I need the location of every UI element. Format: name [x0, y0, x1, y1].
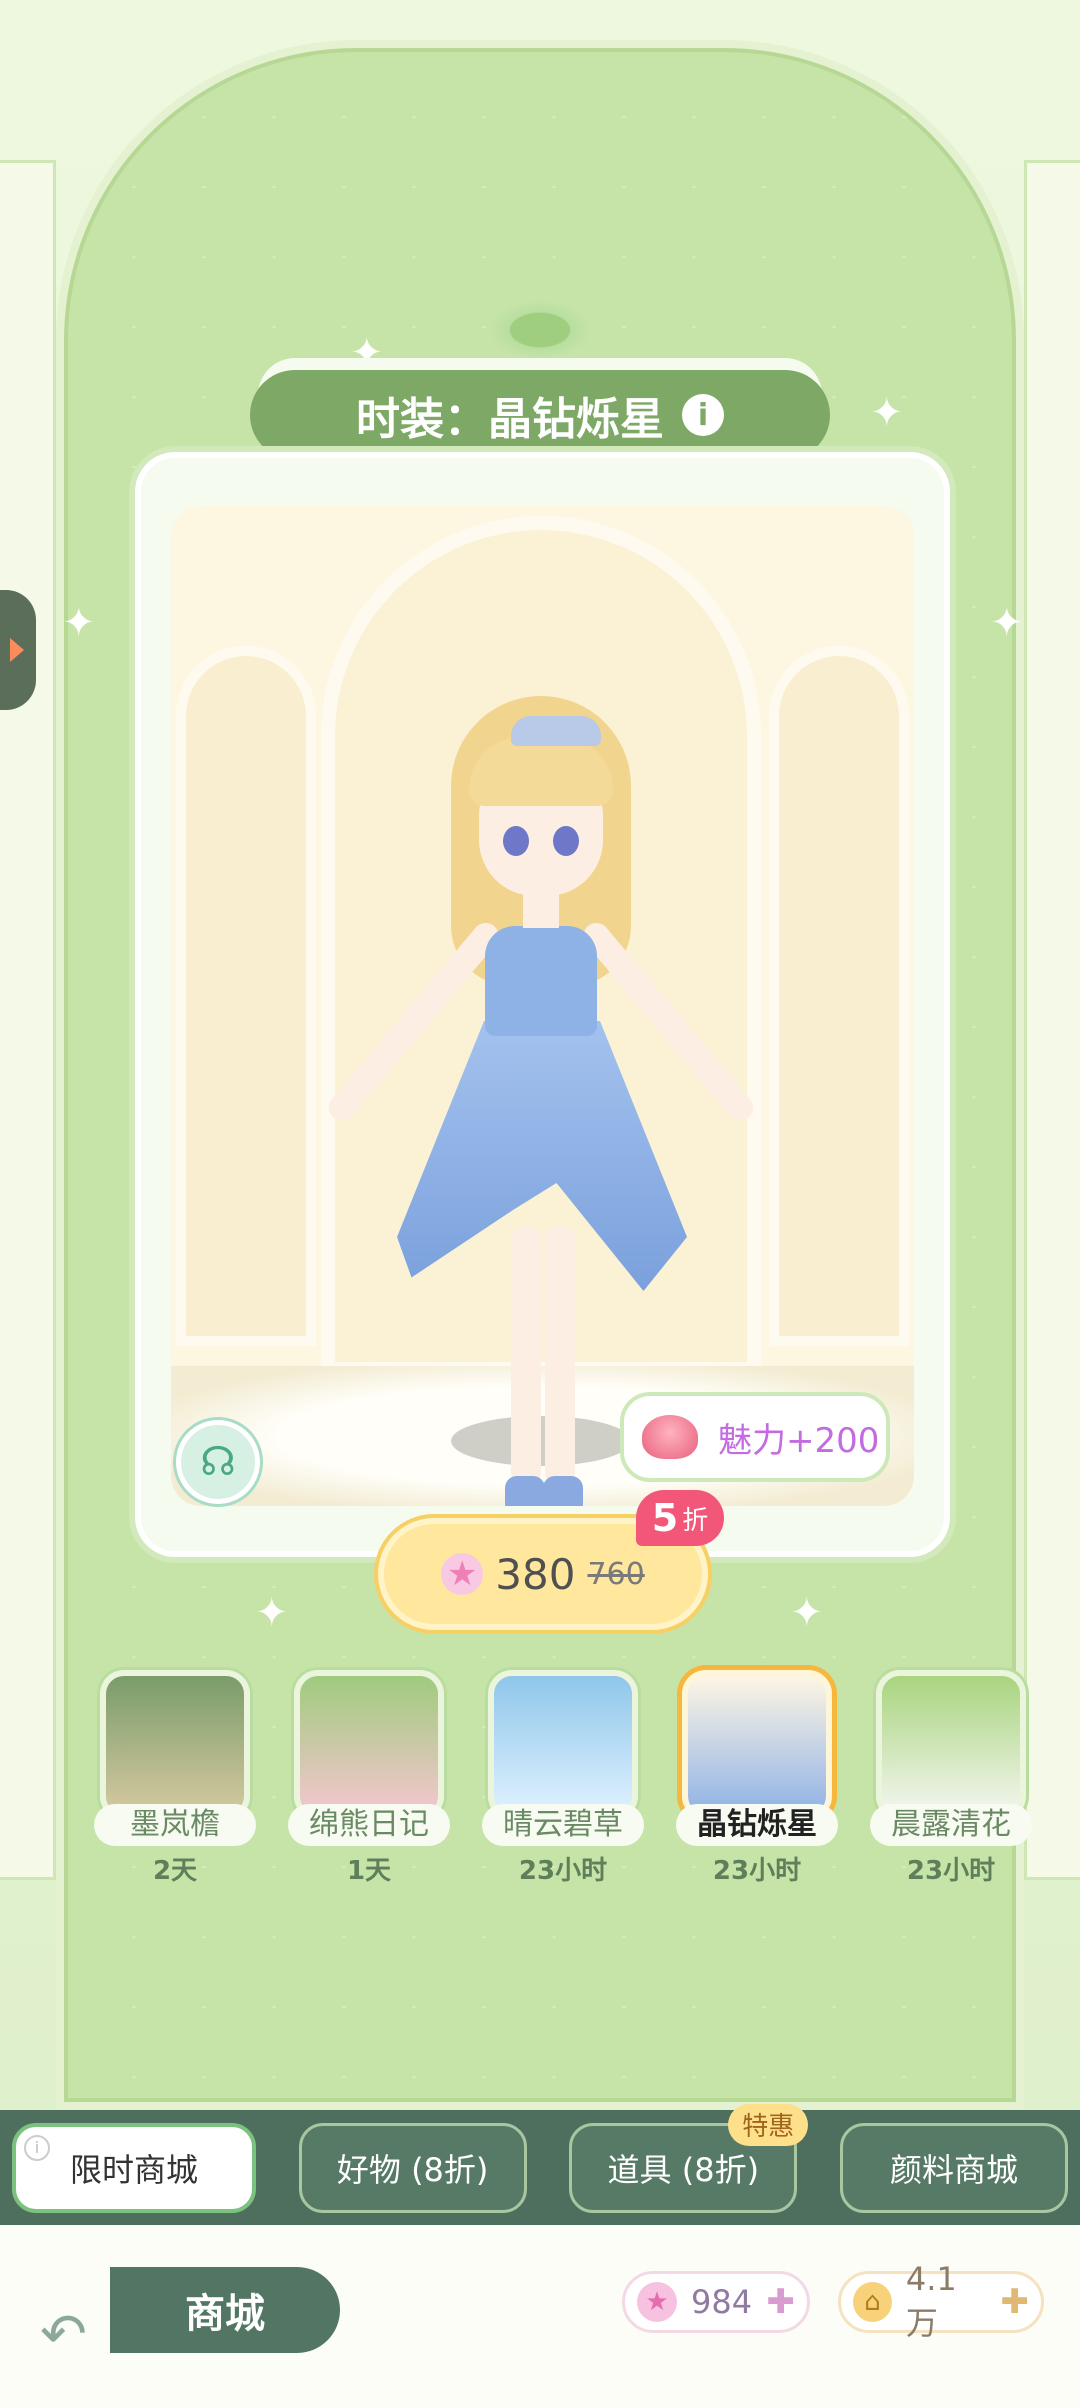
outfit-time-left: 1天 [346, 1856, 392, 1886]
shop-title: 商城 [110, 2267, 340, 2353]
speaker-icon: ☊ [200, 1439, 236, 1485]
shop-tab-bar: i 限时商城 好物 (8折) 道具 (8折) 特惠 颜料商城 [0, 2103, 1080, 2225]
charm-value: 魅力+200 [718, 1420, 880, 1461]
coin-icon: ⌂ [853, 2282, 892, 2322]
tab-label: 道具 (8折) [607, 2150, 760, 2189]
sparkle-icon: ✦ [255, 1590, 289, 1636]
rose-icon [642, 1415, 698, 1459]
discount-number: 5 [651, 1496, 679, 1540]
side-drawer-tab[interactable] [0, 590, 36, 710]
sparkle-icon: ✦ [790, 1590, 824, 1636]
dress-bodice [485, 926, 597, 1036]
outfit-carousel: 墨岚檐 2天 绵熊日记 1天 晴云碧草 23小时 晶钻烁星 23小时 晨露清花 … [94, 1670, 1032, 1890]
outfit-thumbnail [294, 1670, 444, 1820]
left-pillar [0, 160, 56, 1880]
tab-limited-shop[interactable]: i 限时商城 [12, 2122, 256, 2213]
outfit-name: 晴云碧草 [482, 1804, 644, 1846]
outfit-title-bar: 时装：晶钻烁星 i [250, 370, 830, 460]
current-price: 380 [495, 1549, 576, 1599]
tab-goods[interactable]: 好物 (8折) [298, 2122, 527, 2213]
outfit-time-left: 23小时 [906, 1856, 996, 1886]
tab-paint-shop[interactable]: 颜料商城 [839, 2122, 1068, 2213]
add-gems-icon[interactable]: ✚ [767, 2282, 796, 2322]
coin-count: 4.1万 [905, 2260, 957, 2342]
charm-badge: 魅力+200 [620, 1392, 890, 1482]
right-arch [769, 646, 909, 1346]
bottom-bar: ↶ 商城 ★ 984 ✚ ⌂ 4.1万 ✚ [0, 2225, 1080, 2408]
display-stage [171, 506, 914, 1506]
outfit-item[interactable]: 绵熊日记 1天 [288, 1670, 450, 1890]
add-coins-icon[interactable]: ✚ [1001, 2282, 1030, 2322]
outfit-time-left: 23小时 [712, 1856, 802, 1886]
outfit-name: 晶钻烁星 [676, 1804, 838, 1846]
outfit-title: 时装：晶钻烁星 [356, 394, 664, 445]
character-shoe [505, 1476, 545, 1506]
original-price: 760 [587, 1556, 645, 1592]
special-offer-badge: 特惠 [728, 2103, 809, 2146]
character-eye [553, 826, 579, 856]
character-leg [545, 1226, 575, 1486]
gem-balance: ★ 984 ✚ [622, 2271, 810, 2333]
tab-label: 颜料商城 [889, 2150, 1018, 2189]
discount-unit: 折 [682, 1505, 709, 1536]
character-bangs [469, 736, 613, 806]
sparkle-icon: ✦ [62, 600, 96, 646]
sparkle-icon: ✦ [870, 390, 904, 436]
outfit-time-left: 2天 [152, 1856, 198, 1886]
outfit-name: 绵熊日记 [288, 1804, 450, 1846]
character-eye [503, 826, 529, 856]
tab-items[interactable]: 道具 (8折) 特惠 [569, 2103, 809, 2213]
outfit-thumbnail [488, 1670, 638, 1820]
outfit-name: 墨岚檐 [94, 1804, 256, 1846]
character-shoe [543, 1476, 583, 1506]
character-model[interactable] [323, 626, 759, 1506]
right-pillar [1024, 160, 1080, 1880]
outfit-name: 晨露清花 [870, 1804, 1032, 1846]
outfit-item[interactable]: 晴云碧草 23小时 [482, 1670, 644, 1890]
left-arch [176, 646, 316, 1346]
back-arrow-icon[interactable]: ↶ [40, 2305, 110, 2365]
character-leg [511, 1226, 541, 1486]
outfit-item[interactable]: 墨岚檐 2天 [94, 1670, 256, 1890]
tiara [511, 716, 601, 746]
gem-count: 984 [691, 2283, 753, 2321]
outfit-item-selected[interactable]: 晶钻烁星 23小时 [676, 1670, 838, 1890]
outfit-thumbnail [682, 1670, 832, 1820]
dress-skirt [397, 1021, 687, 1291]
outfit-thumbnail [876, 1670, 1026, 1820]
coin-balance: ⌂ 4.1万 ✚ [838, 2260, 1044, 2342]
info-icon[interactable]: i [682, 394, 724, 436]
outfit-time-left: 23小时 [518, 1856, 608, 1886]
leaf-ornament [488, 300, 592, 360]
discount-badge: 5 折 [636, 1490, 724, 1546]
outfit-thumbnail [100, 1670, 250, 1820]
tab-label: 好物 (8折) [336, 2150, 489, 2189]
outfit-item[interactable]: 晨露清花 23小时 [870, 1670, 1032, 1890]
voice-button[interactable]: ☊ [176, 1420, 260, 1504]
info-icon[interactable]: i [24, 2134, 50, 2161]
star-currency-icon: ★ [441, 1553, 484, 1595]
tab-label: 限时商城 [69, 2150, 198, 2189]
sparkle-icon: ✦ [990, 600, 1024, 646]
star-currency-icon: ★ [637, 2282, 677, 2322]
